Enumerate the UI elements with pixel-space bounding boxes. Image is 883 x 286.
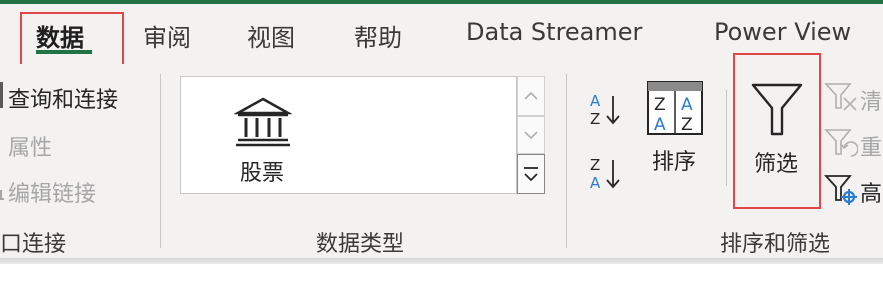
chevron-up-icon — [524, 91, 538, 100]
svg-text:A: A — [681, 95, 693, 115]
advanced-filter-button[interactable] — [823, 174, 858, 206]
properties-button[interactable]: 属性 — [8, 130, 52, 162]
tab-review[interactable]: 审阅 — [143, 18, 191, 53]
stocks-data-type[interactable]: 股票 — [240, 155, 284, 187]
reapply-button[interactable] — [824, 128, 859, 160]
tab-power-view[interactable]: Power View — [714, 18, 851, 46]
tab-help[interactable]: 帮助 — [354, 18, 402, 53]
svg-text:Z: Z — [590, 110, 600, 128]
advanced-filter-icon — [823, 175, 857, 205]
reapply-label: 重 — [860, 136, 883, 161]
svg-text:A: A — [590, 174, 601, 192]
sort-dialog-button[interactable]: Z A A Z — [644, 80, 706, 140]
tab-view[interactable]: 视图 — [247, 18, 295, 53]
edit-links-icon — [0, 190, 4, 200]
sort-a-to-z-button[interactable]: A Z — [586, 90, 626, 130]
svg-text:A: A — [654, 115, 666, 135]
svg-text:A: A — [590, 92, 601, 110]
sort-descending-icon: Z A — [590, 156, 620, 192]
clear-filter-icon — [824, 83, 857, 111]
data-types-gallery[interactable]: 股票 — [180, 76, 517, 194]
group-label-queries: 口连接 — [0, 232, 67, 257]
edit-links-button[interactable]: 编辑链接 — [8, 176, 96, 208]
expand-gallery-icon — [524, 167, 538, 182]
group-label-sort-filter: 排序和筛选 — [720, 232, 831, 257]
svg-text:Z: Z — [654, 95, 666, 115]
svg-text:Z: Z — [590, 156, 600, 174]
queries-connections-button[interactable]: 查询和连接 — [8, 82, 118, 114]
tab-data-streamer[interactable]: Data Streamer — [466, 18, 642, 46]
group-separator — [566, 74, 567, 248]
sort-icon: Z A A Z — [647, 81, 703, 135]
worksheet-area — [0, 264, 883, 286]
highlight-box-filter — [733, 53, 821, 209]
highlight-box-data-tab — [20, 12, 124, 66]
sort-ascending-icon: A Z — [590, 92, 620, 128]
clear-filter-button[interactable] — [824, 82, 858, 112]
gallery-scroll-down[interactable] — [517, 116, 545, 154]
queries-icon — [0, 82, 3, 108]
gallery-scroll-up[interactable] — [517, 76, 545, 116]
stocks-bank-icon — [233, 97, 293, 149]
button-separator — [726, 90, 727, 186]
group-separator — [160, 74, 161, 248]
group-label-data-types: 数据类型 — [316, 232, 405, 257]
svg-text:Z: Z — [681, 115, 693, 135]
advanced-filter-label: 高 — [860, 182, 883, 207]
chevron-down-icon — [524, 131, 538, 140]
clear-filter-label: 清 — [860, 90, 883, 115]
sort-button-label: 排序 — [652, 150, 697, 175]
gallery-more-button[interactable] — [517, 154, 545, 194]
reapply-icon — [824, 129, 859, 157]
sort-z-to-a-button[interactable]: Z A — [586, 152, 626, 192]
